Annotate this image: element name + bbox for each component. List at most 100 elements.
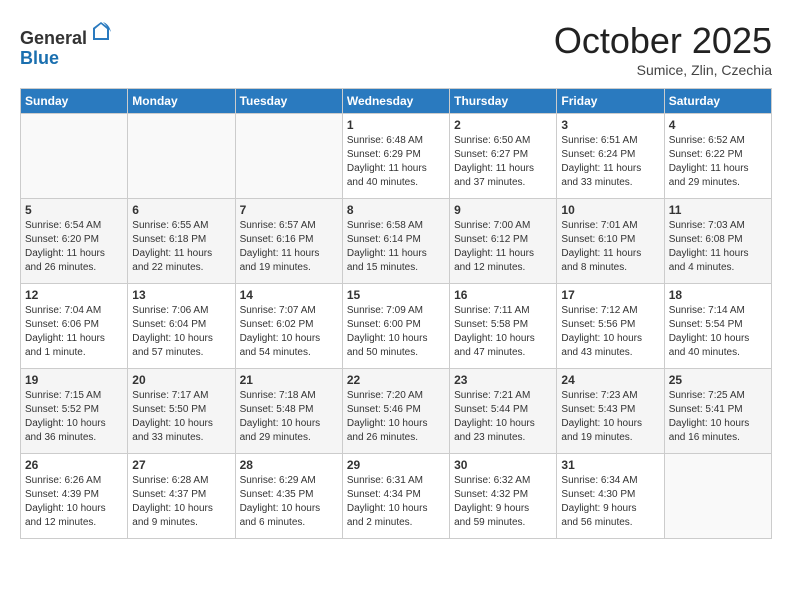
calendar-cell: 30 Sunrise: 6:32 AM Sunset: 4:32 PM Dayli… [450, 454, 557, 539]
day-number: 2 [454, 118, 552, 132]
calendar-cell: 13 Sunrise: 7:06 AM Sunset: 6:04 PM Dayli… [128, 284, 235, 369]
calendar-cell: 18 Sunrise: 7:14 AM Sunset: 5:54 PM Dayli… [664, 284, 771, 369]
day-number: 8 [347, 203, 445, 217]
day-number: 12 [25, 288, 123, 302]
day-number: 18 [669, 288, 767, 302]
calendar-cell: 5 Sunrise: 6:54 AM Sunset: 6:20 PM Daylig… [21, 199, 128, 284]
calendar-cell: 14Sunrise: 7:07 AM Sunset: 6:02 PM Dayli… [235, 284, 342, 369]
calendar-cell: 21Sunrise: 7:18 AM Sunset: 5:48 PM Dayli… [235, 369, 342, 454]
calendar-cell: 2 Sunrise: 6:50 AM Sunset: 6:27 PM Daylig… [450, 114, 557, 199]
day-info: Sunrise: 7:18 AM Sunset: 5:48 PM Dayligh… [240, 389, 338, 445]
day-info: Sunrise: 6:32 AM Sunset: 4:32 PM Dayligh… [454, 474, 552, 530]
day-info: Sunrise: 6:28 AM Sunset: 4:37 PM Dayligh… [132, 474, 230, 530]
page-header: General Blue October 2025 Sumice, Zlin, … [20, 20, 772, 78]
day-number: 15 [347, 288, 445, 302]
calendar-cell: 1 Sunrise: 6:48 AM Sunset: 6:29 PM Daylig… [342, 114, 449, 199]
week-row-1: 1 Sunrise: 6:48 AM Sunset: 6:29 PM Daylig… [21, 114, 772, 199]
day-info: Sunrise: 7:04 AM Sunset: 6:06 PM Dayligh… [25, 304, 123, 360]
day-number: 4 [669, 118, 767, 132]
calendar-cell: 20 Sunrise: 7:17 AM Sunset: 5:50 PM Dayli… [128, 369, 235, 454]
calendar-cell: 4 Sunrise: 6:52 AM Sunset: 6:22 PM Daylig… [664, 114, 771, 199]
day-info: Sunrise: 6:58 AM Sunset: 6:14 PM Dayligh… [347, 219, 445, 275]
week-row-4: 19 Sunrise: 7:15 AM Sunset: 5:52 PM Dayli… [21, 369, 772, 454]
day-number: 17 [561, 288, 659, 302]
day-number: 28 [240, 458, 338, 472]
day-info: Sunrise: 6:31 AM Sunset: 4:34 PM Dayligh… [347, 474, 445, 530]
calendar-cell: 24 Sunrise: 7:23 AM Sunset: 5:43 PM Dayli… [557, 369, 664, 454]
day-info: Sunrise: 7:20 AM Sunset: 5:46 PM Dayligh… [347, 389, 445, 445]
day-number: 31 [561, 458, 659, 472]
day-info: Sunrise: 6:48 AM Sunset: 6:29 PM Dayligh… [347, 134, 445, 190]
calendar-cell: 8 Sunrise: 6:58 AM Sunset: 6:14 PM Daylig… [342, 199, 449, 284]
day-number: 3 [561, 118, 659, 132]
day-info: Sunrise: 7:21 AM Sunset: 5:44 PM Dayligh… [454, 389, 552, 445]
day-number: 5 [25, 203, 123, 217]
title-block: October 2025 Sumice, Zlin, Czechia [554, 20, 772, 78]
weekday-header-monday: Monday [128, 89, 235, 114]
logo: General Blue [20, 20, 113, 69]
day-info: Sunrise: 6:52 AM Sunset: 6:22 PM Dayligh… [669, 134, 767, 190]
day-info: Sunrise: 6:55 AM Sunset: 6:18 PM Dayligh… [132, 219, 230, 275]
logo-icon [89, 20, 113, 44]
day-number: 29 [347, 458, 445, 472]
calendar-cell: 27 Sunrise: 6:28 AM Sunset: 4:37 PM Dayli… [128, 454, 235, 539]
calendar-cell: 17 Sunrise: 7:12 AM Sunset: 5:56 PM Dayli… [557, 284, 664, 369]
calendar-cell: 9 Sunrise: 7:00 AM Sunset: 6:12 PM Daylig… [450, 199, 557, 284]
day-info: Sunrise: 7:12 AM Sunset: 5:56 PM Dayligh… [561, 304, 659, 360]
calendar-cell: 3 Sunrise: 6:51 AM Sunset: 6:24 PM Daylig… [557, 114, 664, 199]
day-info: Sunrise: 7:00 AM Sunset: 6:12 PM Dayligh… [454, 219, 552, 275]
calendar-cell [128, 114, 235, 199]
day-number: 20 [132, 373, 230, 387]
calendar-cell: 19 Sunrise: 7:15 AM Sunset: 5:52 PM Dayli… [21, 369, 128, 454]
calendar-cell: 10 Sunrise: 7:01 AM Sunset: 6:10 PM Dayli… [557, 199, 664, 284]
day-info: Sunrise: 6:57 AM Sunset: 6:16 PM Dayligh… [240, 219, 338, 275]
day-info: Sunrise: 7:14 AM Sunset: 5:54 PM Dayligh… [669, 304, 767, 360]
day-number: 23 [454, 373, 552, 387]
weekday-header-wednesday: Wednesday [342, 89, 449, 114]
weekday-header-thursday: Thursday [450, 89, 557, 114]
day-info: Sunrise: 7:25 AM Sunset: 5:41 PM Dayligh… [669, 389, 767, 445]
location-text: Sumice, Zlin, Czechia [554, 62, 772, 78]
calendar-table: SundayMondayTuesdayWednesdayThursdayFrid… [20, 88, 772, 539]
day-number: 11 [669, 203, 767, 217]
day-number: 27 [132, 458, 230, 472]
day-info: Sunrise: 6:29 AM Sunset: 4:35 PM Dayligh… [240, 474, 338, 530]
day-info: Sunrise: 7:15 AM Sunset: 5:52 PM Dayligh… [25, 389, 123, 445]
calendar-cell: 12 Sunrise: 7:04 AM Sunset: 6:06 PM Dayli… [21, 284, 128, 369]
day-number: 25 [669, 373, 767, 387]
day-info: Sunrise: 7:17 AM Sunset: 5:50 PM Dayligh… [132, 389, 230, 445]
day-number: 13 [132, 288, 230, 302]
day-number: 10 [561, 203, 659, 217]
calendar-cell: 31 Sunrise: 6:34 AM Sunset: 4:30 PM Dayli… [557, 454, 664, 539]
day-info: Sunrise: 6:34 AM Sunset: 4:30 PM Dayligh… [561, 474, 659, 530]
day-number: 22 [347, 373, 445, 387]
day-number: 24 [561, 373, 659, 387]
calendar-cell: 7Sunrise: 6:57 AM Sunset: 6:16 PM Daylig… [235, 199, 342, 284]
week-row-3: 12 Sunrise: 7:04 AM Sunset: 6:06 PM Dayli… [21, 284, 772, 369]
day-info: Sunrise: 7:01 AM Sunset: 6:10 PM Dayligh… [561, 219, 659, 275]
day-number: 30 [454, 458, 552, 472]
calendar-cell: 26 Sunrise: 6:26 AM Sunset: 4:39 PM Dayli… [21, 454, 128, 539]
calendar-cell [21, 114, 128, 199]
day-info: Sunrise: 7:06 AM Sunset: 6:04 PM Dayligh… [132, 304, 230, 360]
calendar-cell: 23 Sunrise: 7:21 AM Sunset: 5:44 PM Dayli… [450, 369, 557, 454]
day-info: Sunrise: 6:54 AM Sunset: 6:20 PM Dayligh… [25, 219, 123, 275]
week-row-2: 5 Sunrise: 6:54 AM Sunset: 6:20 PM Daylig… [21, 199, 772, 284]
weekday-header-saturday: Saturday [664, 89, 771, 114]
day-number: 16 [454, 288, 552, 302]
day-info: Sunrise: 6:51 AM Sunset: 6:24 PM Dayligh… [561, 134, 659, 190]
calendar-cell: 11Sunrise: 7:03 AM Sunset: 6:08 PM Dayli… [664, 199, 771, 284]
day-info: Sunrise: 7:23 AM Sunset: 5:43 PM Dayligh… [561, 389, 659, 445]
day-info: Sunrise: 6:26 AM Sunset: 4:39 PM Dayligh… [25, 474, 123, 530]
calendar-cell: 25 Sunrise: 7:25 AM Sunset: 5:41 PM Dayli… [664, 369, 771, 454]
month-title: October 2025 [554, 20, 772, 62]
day-number: 9 [454, 203, 552, 217]
calendar-cell: 22 Sunrise: 7:20 AM Sunset: 5:46 PM Dayli… [342, 369, 449, 454]
day-number: 26 [25, 458, 123, 472]
day-info: Sunrise: 6:50 AM Sunset: 6:27 PM Dayligh… [454, 134, 552, 190]
weekday-header-friday: Friday [557, 89, 664, 114]
calendar-cell: 16Sunrise: 7:11 AM Sunset: 5:58 PM Dayli… [450, 284, 557, 369]
day-number: 1 [347, 118, 445, 132]
calendar-cell [664, 454, 771, 539]
day-number: 19 [25, 373, 123, 387]
